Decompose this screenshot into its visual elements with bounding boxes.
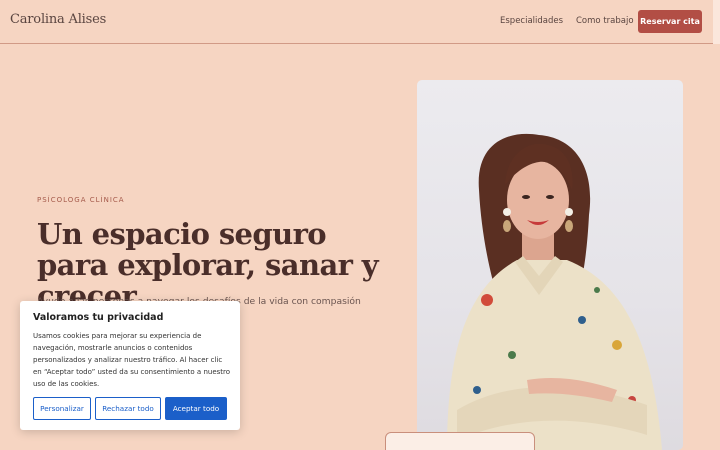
accept-all-button[interactable]: Aceptar todo [165,397,227,420]
customize-cookies-button[interactable]: Personalizar [33,397,91,420]
nav-link-como-trabajo[interactable]: Como trabajo [576,16,634,26]
site-header: Carolina Alises Especialidades Como trab… [0,0,720,44]
cookie-title: Valoramos tu privacidad [33,312,164,323]
cookie-consent-dialog: Valoramos tu privacidad Usamos cookies p… [20,301,240,430]
cookie-description: Usamos cookies para mejorar su experienc… [33,332,231,388]
portrait-illustration [447,133,662,450]
book-appointment-button[interactable]: Reservar cita [638,10,702,33]
hero-eyebrow: PSÍCOLOGA CLÍNICA [37,196,125,204]
portrait-photo [417,80,683,450]
brand-logo[interactable]: Carolina Alises [10,12,106,27]
floating-info-card [385,432,535,450]
reject-all-button[interactable]: Rechazar todo [95,397,161,420]
scrollbar[interactable] [713,0,720,44]
nav-link-especialidades[interactable]: Especialidades [500,16,563,26]
